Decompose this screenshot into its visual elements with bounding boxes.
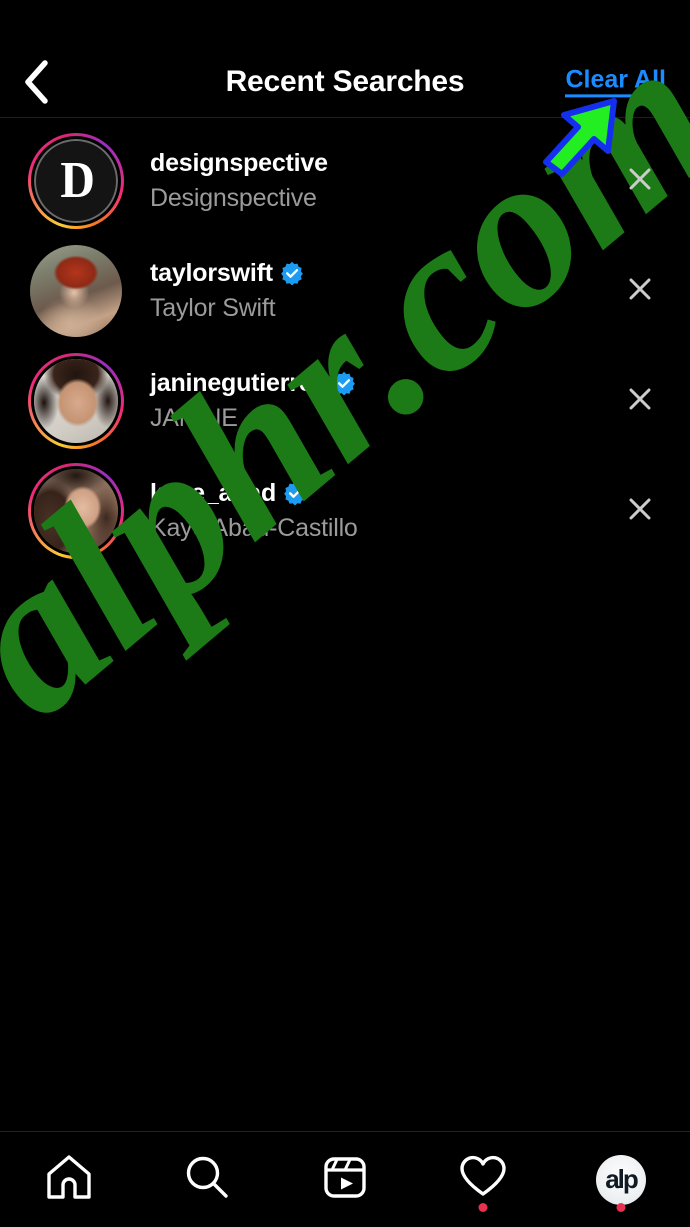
verified-badge-icon	[280, 261, 304, 286]
username: janinegutierrez	[150, 368, 325, 397]
close-x-icon	[627, 496, 653, 527]
home-icon	[44, 1152, 94, 1207]
list-item[interactable]: janinegutierrez JANINE	[0, 346, 690, 456]
avatar-photo	[30, 245, 122, 337]
avatar[interactable]	[28, 463, 124, 559]
verified-badge-icon	[283, 481, 307, 506]
close-x-icon	[627, 386, 653, 417]
heart-icon	[458, 1152, 508, 1207]
fullname: Taylor Swift	[150, 293, 276, 322]
username: taylorswift	[150, 258, 273, 287]
nav-item-profile[interactable]: alp	[575, 1144, 667, 1216]
verified-badge-icon	[332, 371, 356, 396]
remove-search-button[interactable]	[614, 375, 666, 427]
username-line: janinegutierrez	[150, 368, 614, 399]
avatar-initial: D	[60, 152, 96, 209]
profile-avatar-label: alp	[605, 1163, 639, 1194]
list-item[interactable]: taylorswift Taylor Swift	[0, 236, 690, 346]
activity-badge-dot	[478, 1202, 488, 1212]
username-line: taylorswift	[150, 258, 614, 289]
profile-avatar-icon: alp	[596, 1154, 646, 1205]
profile-badge-dot	[616, 1202, 626, 1212]
status-bar	[0, 0, 690, 46]
avatar-photo	[34, 469, 118, 553]
fullname: Designspective	[150, 183, 317, 212]
avatar[interactable]	[28, 353, 124, 449]
list-item[interactable]: D designspective Designspective	[0, 126, 690, 236]
bottom-navigation: alp	[0, 1131, 690, 1227]
username: kaye_abad	[150, 478, 277, 507]
username-line: kaye_abad	[150, 478, 614, 509]
avatar[interactable]	[28, 243, 124, 339]
nav-item-reels[interactable]	[299, 1144, 391, 1216]
close-x-icon	[627, 276, 653, 307]
list-item[interactable]: kaye_abad Kaye Abad-Castillo	[0, 456, 690, 566]
username-line: designspective	[150, 148, 614, 179]
fullname: JANINE	[150, 403, 238, 432]
brand-logo-icon: D	[34, 139, 118, 223]
reels-icon	[320, 1152, 370, 1207]
list-item-text: designspective Designspective	[150, 148, 614, 215]
nav-item-home[interactable]	[23, 1144, 115, 1216]
avatar-photo	[34, 359, 118, 443]
nav-item-search[interactable]	[161, 1144, 253, 1216]
search-icon	[182, 1152, 232, 1207]
clear-all-button[interactable]: Clear All	[565, 66, 666, 98]
close-x-icon	[627, 166, 653, 197]
remove-search-button[interactable]	[614, 485, 666, 537]
fullname: Kaye Abad-Castillo	[150, 513, 358, 542]
avatar[interactable]: D	[28, 133, 124, 229]
page-header: Recent Searches Clear All	[0, 46, 690, 118]
list-item-text: kaye_abad Kaye Abad-Castillo	[150, 478, 614, 545]
username: designspective	[150, 148, 328, 177]
list-item-text: taylorswift Taylor Swift	[150, 258, 614, 325]
remove-search-button[interactable]	[614, 155, 666, 207]
list-item-text: janinegutierrez JANINE	[150, 368, 614, 435]
nav-item-activity[interactable]	[437, 1144, 529, 1216]
recent-searches-list: D designspective Designspective taylorsw…	[0, 118, 690, 566]
remove-search-button[interactable]	[614, 265, 666, 317]
